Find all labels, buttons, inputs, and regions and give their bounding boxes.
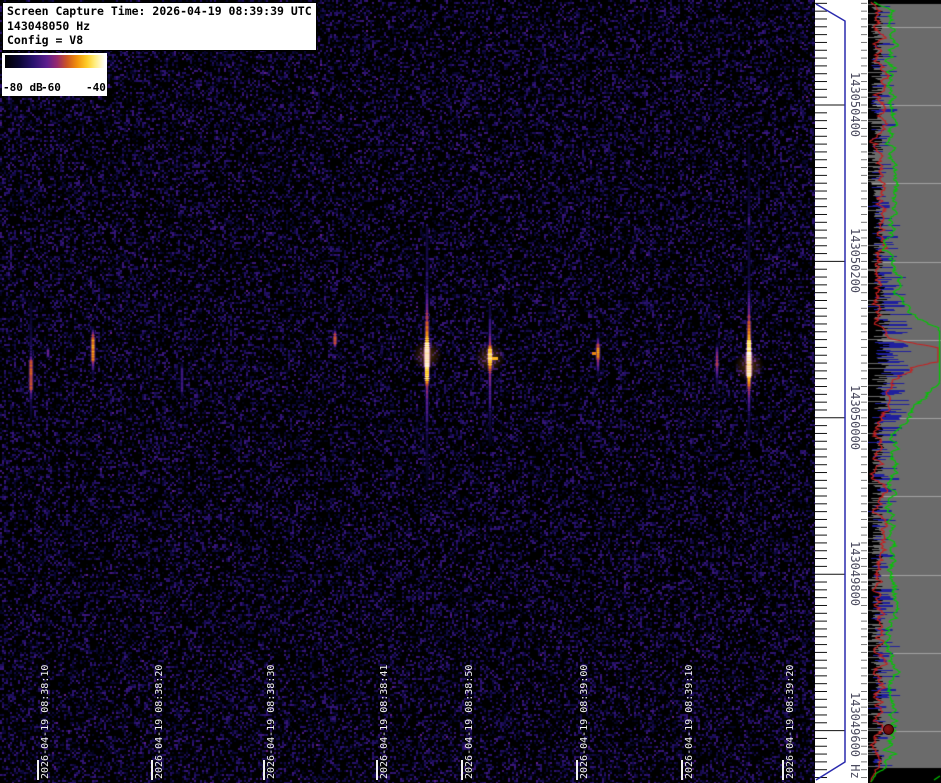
time-axis-label: 2026-04-19 08:38:30	[266, 664, 277, 779]
time-axis-tick	[782, 760, 784, 780]
time-axis-tick	[576, 760, 578, 780]
time-axis-label: 2026-04-19 08:39:00	[579, 664, 590, 779]
time-axis-label: 2026-04-19 08:39:20	[785, 664, 796, 779]
colorbar-label-max: -40	[86, 81, 106, 94]
time-axis-label: 2026-04-19 08:38:50	[464, 664, 475, 779]
capture-time-text: Screen Capture Time: 2026-04-19 08:39:39…	[7, 4, 312, 18]
frequency-axis-label: 143050200	[848, 228, 862, 294]
frequency-axis-label: 143050000	[848, 385, 862, 451]
spectrum-panel	[868, 0, 941, 783]
spectrum-marker-dot	[883, 724, 894, 735]
time-axis-tick	[461, 760, 463, 780]
time-axis-label: 2026-04-19 08:39:10	[684, 664, 695, 779]
time-axis-tick	[263, 760, 265, 780]
time-axis-tick	[151, 760, 153, 780]
capture-info-box: Screen Capture Time: 2026-04-19 08:39:39…	[2, 2, 317, 51]
colorbar-ticks	[2, 68, 107, 80]
frequency-axis-label: 143049600 Hz	[848, 692, 862, 779]
time-axis-tick	[681, 760, 683, 780]
colorbar-legend: -80 dB -60 -40	[2, 53, 107, 96]
config-text: Config = V8	[7, 33, 84, 47]
time-axis-tick	[37, 760, 39, 780]
frequency-ruler: 143050400 143050200 143050000 143049800 1430…	[815, 0, 868, 783]
colorbar-label-mid: -60	[41, 81, 61, 94]
time-axis-label: 2026-04-19 08:38:41	[379, 664, 390, 779]
center-frequency-text: 143048050 Hz	[7, 18, 91, 33]
colorbar-gradient	[5, 55, 105, 68]
frequency-axis-label: 143050400	[848, 72, 862, 138]
time-axis-label: 2026-04-19 08:38:10	[40, 664, 51, 779]
time-axis-tick	[376, 760, 378, 780]
screen-capture: 143050400 143050200 143050000 143049800 1430…	[0, 0, 941, 783]
frequency-axis-label: 143049800	[848, 541, 862, 607]
time-axis-label: 2026-04-19 08:38:20	[154, 664, 165, 779]
colorbar-label-min: -80 dB	[3, 81, 43, 94]
